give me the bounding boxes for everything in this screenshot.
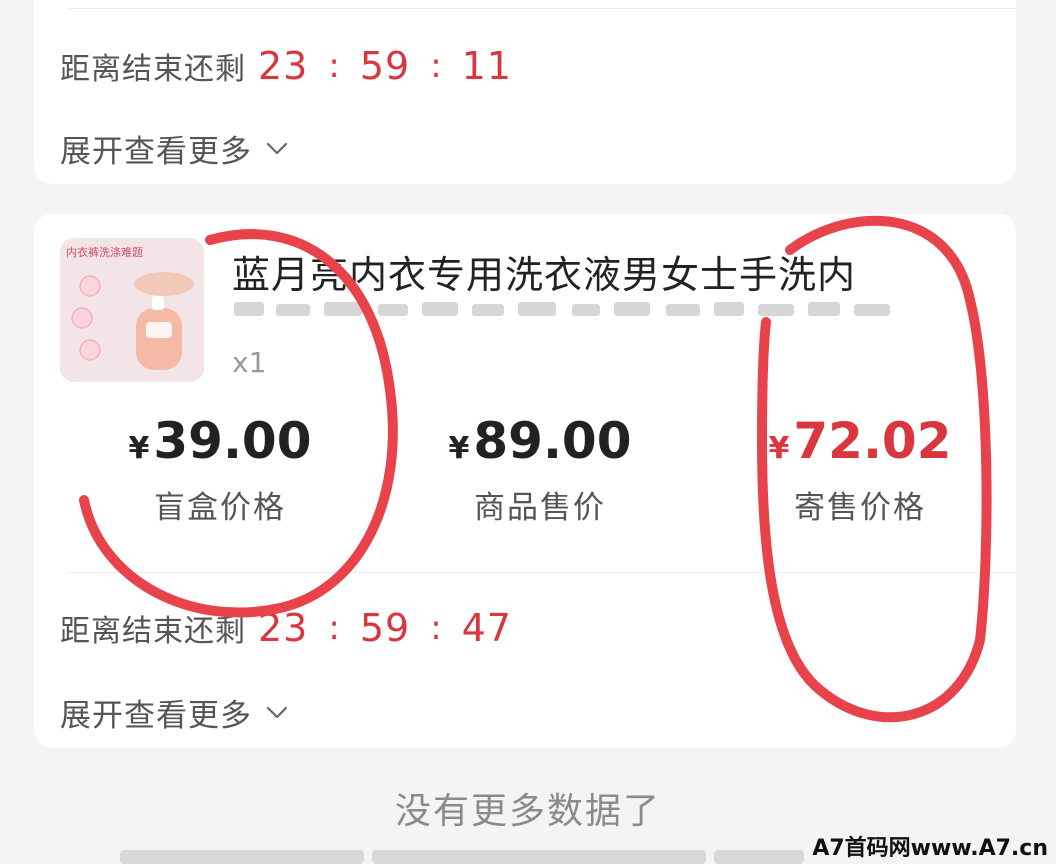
expand-more-button[interactable]: 展开查看更多 — [60, 126, 288, 171]
countdown-hours: 23 — [258, 606, 309, 650]
bottom-bar-segment — [120, 850, 364, 864]
countdown-label: 距离结束还剩 — [60, 52, 246, 87]
expand-more-button[interactable]: 展开查看更多 — [60, 690, 288, 735]
price-value: ¥39.00 — [128, 412, 312, 470]
countdown-row: 距离结束还剩 23 : 59 : 11 — [60, 44, 512, 88]
card-divider — [68, 8, 1016, 9]
order-card-1: 距离结束还剩 23 : 59 : 11 展开查看更多 — [34, 0, 1016, 184]
countdown-seconds: 11 — [461, 44, 513, 88]
countdown-separator: : — [328, 608, 340, 648]
countdown-label: 距离结束还剩 — [60, 614, 246, 649]
price-value: ¥89.00 — [448, 412, 632, 470]
price-retail: ¥89.00 商品售价 — [400, 412, 680, 527]
order-card-2[interactable]: 内衣裤洗涤难题 蓝月亮内衣专用洗衣液男女士手洗内 x1 ¥39.00 盲盒价格 … — [34, 214, 1016, 748]
countdown-separator: : — [430, 608, 442, 648]
countdown-separator: : — [328, 46, 340, 86]
card-divider — [68, 572, 1016, 573]
price-label: 盲盒价格 — [154, 490, 286, 526]
price-label: 寄售价格 — [794, 490, 926, 526]
countdown-seconds: 47 — [461, 606, 513, 650]
product-title[interactable]: 蓝月亮内衣专用洗衣液男女士手洗内 — [232, 244, 992, 299]
bottom-bar-segment — [372, 850, 706, 864]
product-thumbnail[interactable]: 内衣裤洗涤难题 — [60, 238, 204, 382]
price-blindbox: ¥39.00 盲盒价格 — [80, 412, 360, 527]
chevron-down-icon — [266, 706, 288, 718]
countdown-minutes: 59 — [359, 606, 411, 650]
price-value: ¥72.02 — [768, 412, 952, 470]
no-more-data-text: 没有更多数据了 — [394, 791, 661, 832]
countdown-hours: 23 — [258, 44, 309, 88]
countdown-row: 距离结束还剩 23 : 59 : 47 — [60, 606, 512, 650]
quantity: x1 — [232, 346, 267, 379]
price-label: 商品售价 — [474, 490, 606, 526]
product-title-overflow — [232, 298, 942, 318]
expand-more-label: 展开查看更多 — [60, 134, 252, 170]
countdown-minutes: 59 — [359, 44, 411, 88]
thumbnail-text: 内衣裤洗涤难题 — [66, 245, 143, 259]
product-image: 内衣裤洗涤难题 — [60, 238, 204, 382]
watermark: A7首码网www.A7.cn — [812, 836, 1048, 861]
bottom-bar-segment — [714, 850, 804, 864]
expand-more-label: 展开查看更多 — [60, 698, 252, 734]
price-consignment: ¥72.02 寄售价格 — [720, 412, 1000, 527]
countdown-separator: : — [430, 46, 442, 86]
chevron-down-icon — [266, 142, 288, 154]
